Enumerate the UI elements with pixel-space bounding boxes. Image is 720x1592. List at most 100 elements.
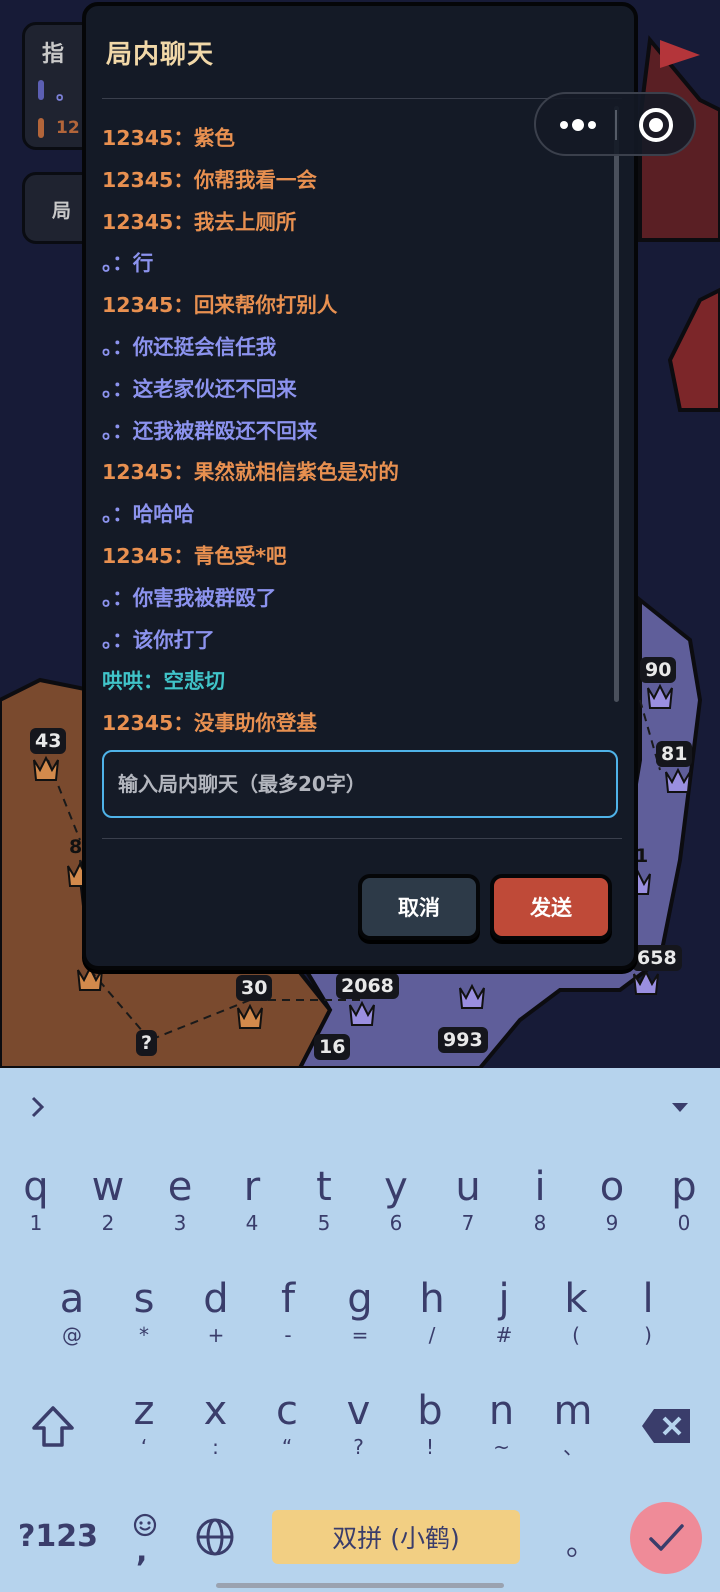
footer-divider [102, 838, 622, 839]
key-letter: h [419, 1276, 445, 1322]
key-w[interactable]: w2 [72, 1164, 144, 1234]
collapse-keyboard-icon[interactable] [670, 1100, 690, 1114]
confirm-key[interactable] [630, 1502, 702, 1574]
close-target-icon[interactable] [632, 106, 680, 144]
dialog-title: 局内聊天 [106, 40, 215, 70]
key-l[interactable]: l) [612, 1276, 684, 1346]
key-letter: a [59, 1276, 85, 1322]
key-n[interactable]: n ~ [466, 1388, 538, 1458]
key-letter: t [316, 1164, 332, 1210]
key-letter: i [534, 1164, 546, 1210]
key-secondary: # [495, 1323, 513, 1347]
key-secondary: 、 [563, 1435, 583, 1459]
key-d[interactable]: d + [180, 1276, 252, 1346]
key-secondary: / [428, 1323, 436, 1347]
backspace-icon[interactable] [640, 1407, 692, 1445]
key-b[interactable]: b! [394, 1388, 466, 1458]
key-secondary: 9 [605, 1211, 619, 1235]
key-o[interactable]: o9 [576, 1164, 648, 1234]
key-secondary: 1 [29, 1211, 43, 1235]
key-letter: l [642, 1276, 654, 1322]
title-divider [102, 98, 622, 99]
chat-message-list[interactable]: 12345：紫色 12345：你帮我看一会 12345：我去上厕所 。：行 12345：… [102, 118, 592, 745]
key-c[interactable]: c “ [251, 1388, 323, 1458]
key-secondary: : [212, 1435, 219, 1459]
key-letter: y [384, 1164, 408, 1210]
key-secondary: @ [62, 1323, 82, 1347]
home-indicator[interactable] [216, 1583, 504, 1588]
key-letter: o [599, 1164, 625, 1210]
key-s[interactable]: s * [108, 1276, 180, 1346]
key-secondary: ( [572, 1323, 580, 1347]
key-v[interactable]: v? [323, 1388, 395, 1458]
chat-message: 。：该你打了 [102, 627, 215, 652]
chat-message: 12345：果然就相信紫色是对的 [102, 460, 399, 485]
key-secondary: + [207, 1323, 225, 1347]
key-i[interactable]: i8 [504, 1164, 576, 1234]
key-y[interactable]: y6 [360, 1164, 432, 1234]
key-h[interactable]: h / [396, 1276, 468, 1346]
chat-message: 12345：紫色 [102, 126, 235, 150]
key-u[interactable]: u7 [432, 1164, 504, 1234]
key-m[interactable]: m、 [537, 1388, 609, 1458]
key-secondary: 8 [533, 1211, 547, 1235]
chat-message: 。：还我被群殴还不回来 [102, 418, 318, 443]
key-letter: z [133, 1388, 155, 1434]
key-letter: k [564, 1276, 588, 1322]
key-letter: v [346, 1388, 371, 1434]
key-secondary: ? [353, 1435, 364, 1459]
chat-message: 12345：你帮我看一会 [102, 167, 317, 192]
chat-message: 12345：回来帮你打别人 [102, 293, 338, 318]
key-letter: u [455, 1164, 481, 1210]
key-j[interactable]: j # [468, 1276, 540, 1346]
key-secondary: ) [644, 1323, 652, 1347]
chat-message: 12345：青色受*吧 [102, 543, 287, 568]
chat-message: 哄哄：空悲切 [102, 669, 225, 694]
key-secondary: 6 [389, 1211, 403, 1235]
key-t[interactable]: t5 [288, 1164, 360, 1234]
capsule-separator [615, 110, 617, 140]
key-p[interactable]: p0 [648, 1164, 720, 1234]
key-a[interactable]: a @ [36, 1276, 108, 1346]
key-x[interactable]: x: [180, 1388, 252, 1458]
key-g[interactable]: g = [324, 1276, 396, 1346]
key-secondary: 2 [101, 1211, 115, 1235]
globe-icon[interactable] [194, 1516, 236, 1558]
checkmark-icon [649, 1524, 684, 1551]
period-key[interactable]: 。 [566, 1520, 596, 1564]
key-f[interactable]: f- [252, 1276, 324, 1346]
space-key[interactable]: 双拼 (小鹤) [272, 1510, 520, 1564]
key-letter: e [167, 1164, 193, 1210]
key-secondary: ~ [493, 1435, 510, 1459]
cancel-button[interactable]: 取消 [358, 874, 480, 940]
key-z[interactable]: z ‘ [108, 1388, 180, 1458]
key-e[interactable]: e3 [144, 1164, 216, 1234]
symbols-key[interactable]: ?123 [18, 1519, 98, 1554]
key-r[interactable]: r4 [216, 1164, 288, 1234]
more-dots-icon[interactable] [554, 106, 602, 144]
key-secondary: ! [425, 1435, 435, 1459]
key-letter: q [23, 1164, 49, 1210]
key-secondary: ‘ [140, 1435, 148, 1459]
chat-message: 。：这老家伙还不回来 [102, 376, 297, 401]
key-secondary: 3 [173, 1211, 187, 1235]
comma-key-label[interactable]: , [136, 1534, 147, 1569]
key-k[interactable]: k( [540, 1276, 612, 1346]
key-letter: p [671, 1164, 697, 1210]
key-letter: n [488, 1388, 515, 1434]
key-letter: d [203, 1276, 229, 1322]
send-button[interactable]: 发送 [490, 874, 612, 940]
chevron-right-icon[interactable] [28, 1094, 48, 1120]
shift-icon[interactable] [30, 1405, 76, 1449]
chat-message: 。：你还挺会信任我 [102, 334, 277, 359]
chat-input-field[interactable] [102, 750, 618, 818]
chat-scrollbar[interactable] [614, 106, 619, 702]
key-letter: r [243, 1164, 261, 1210]
key-secondary: = [351, 1323, 369, 1347]
key-letter: m [553, 1388, 593, 1434]
chat-message: 12345：我去上厕所 [102, 209, 297, 234]
key-secondary: 4 [245, 1211, 259, 1235]
key-secondary: - [284, 1323, 292, 1347]
key-letter: s [133, 1276, 155, 1322]
key-q[interactable]: q1 [0, 1164, 72, 1234]
